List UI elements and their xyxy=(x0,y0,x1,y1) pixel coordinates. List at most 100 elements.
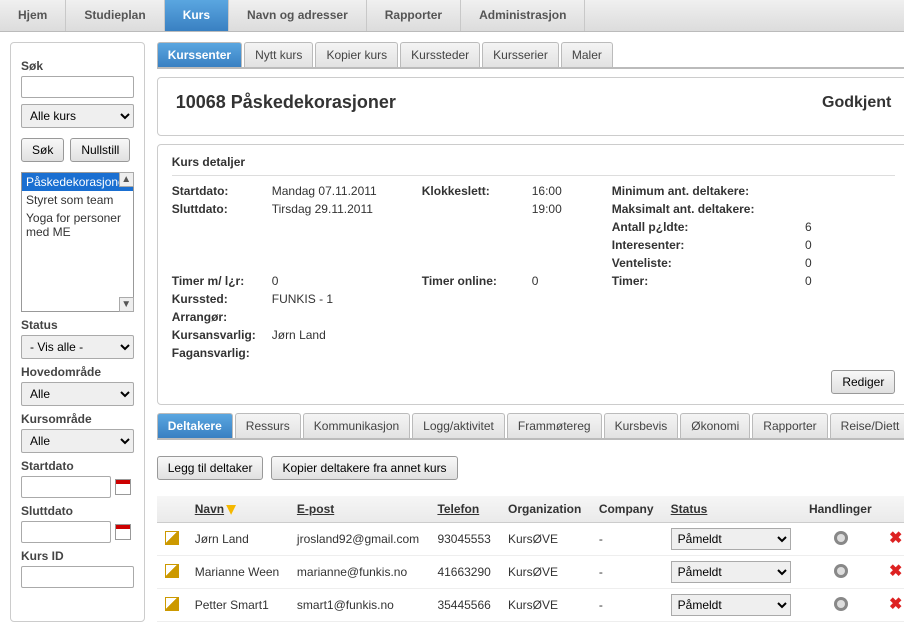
tab-kurssenter[interactable]: Kurssenter xyxy=(157,42,242,67)
main-area-label: Hovedområde xyxy=(21,365,134,379)
list-item[interactable]: Påskedekorasjoner xyxy=(22,173,133,191)
course-id-input[interactable] xyxy=(21,566,134,588)
start-date-label: Startdato xyxy=(21,459,134,473)
clock-end-value: 19:00 xyxy=(532,202,612,216)
row-status-select[interactable]: Påmeldt xyxy=(671,561,791,583)
reset-button[interactable]: Nullstill xyxy=(70,138,130,162)
subject-responsible-label: Fagansvarlig: xyxy=(172,346,272,360)
search-scope-select[interactable]: Alle kurs xyxy=(21,104,134,128)
tab-okonomi[interactable]: Økonomi xyxy=(680,413,750,438)
cell-name: Jørn Land xyxy=(187,523,289,556)
nav-studieplan[interactable]: Studieplan xyxy=(66,0,164,31)
edit-row-icon[interactable] xyxy=(165,531,179,545)
nav-home[interactable]: Hjem xyxy=(0,0,66,31)
row-status-select[interactable]: Påmeldt xyxy=(671,594,791,616)
calendar-icon[interactable] xyxy=(115,479,131,495)
row-status-select[interactable]: Påmeldt xyxy=(671,528,791,550)
edit-button[interactable]: Rediger xyxy=(831,370,895,394)
list-item[interactable]: Yoga for personer med ME xyxy=(22,209,133,241)
responsible-label: Kursansvarlig: xyxy=(172,328,272,342)
delete-icon[interactable]: ✖ xyxy=(889,565,902,579)
end-date-label: Sluttdato: xyxy=(172,202,272,216)
edit-row-icon[interactable] xyxy=(165,597,179,611)
top-nav: Hjem Studieplan Kurs Navn og adresser Ra… xyxy=(0,0,904,32)
col-email[interactable]: E-post xyxy=(289,496,430,523)
content-area: Kurssenter Nytt kurs Kopier kurs Kursste… xyxy=(157,42,904,622)
tab-nytt-kurs[interactable]: Nytt kurs xyxy=(244,42,313,67)
course-subtabs: Kurssenter Nytt kurs Kopier kurs Kursste… xyxy=(157,42,904,69)
status-select[interactable]: - Vis alle - xyxy=(21,335,134,359)
tab-reise[interactable]: Reise/Diett xyxy=(830,413,904,438)
col-status[interactable]: Status xyxy=(663,496,801,523)
tab-kursserier[interactable]: Kursserier xyxy=(482,42,559,67)
search-label: Søk xyxy=(21,59,134,73)
min-participants-value xyxy=(782,184,812,198)
hours-online-value: 0 xyxy=(532,274,612,288)
nav-reports[interactable]: Rapporter xyxy=(367,0,461,31)
course-area-select[interactable]: Alle xyxy=(21,429,134,453)
calendar-icon[interactable] xyxy=(115,524,131,540)
col-org[interactable]: Organization xyxy=(500,496,591,523)
tab-kursbevis[interactable]: Kursbevis xyxy=(604,413,679,438)
interested-value: 0 xyxy=(782,238,812,252)
tab-maler[interactable]: Maler xyxy=(561,42,613,67)
tab-ressurs[interactable]: Ressurs xyxy=(235,413,301,438)
participant-subtabs: Deltakere Ressurs Kommunikasjon Logg/akt… xyxy=(157,413,904,440)
nav-names[interactable]: Navn og adresser xyxy=(229,0,367,31)
organizer-value xyxy=(272,310,422,324)
course-listbox[interactable]: Påskedekorasjoner Styret som team Yoga f… xyxy=(21,172,134,312)
organizer-label: Arrangør: xyxy=(172,310,272,324)
cell-phone: 93045553 xyxy=(429,523,500,556)
tab-deltakere[interactable]: Deltakere xyxy=(157,413,233,438)
copy-participants-button[interactable]: Kopier deltakere fra annet kurs xyxy=(271,456,457,480)
start-date-label: Startdato: xyxy=(172,184,272,198)
nav-admin[interactable]: Administrasjon xyxy=(461,0,585,31)
start-date-input[interactable] xyxy=(21,476,111,498)
scroll-down-icon[interactable]: ▼ xyxy=(119,297,134,312)
list-item[interactable]: Styret som team xyxy=(22,191,133,209)
cell-email: smart1@funkis.no xyxy=(289,589,430,622)
main-area-select[interactable]: Alle xyxy=(21,382,134,406)
scroll-up-icon[interactable]: ▲ xyxy=(119,172,134,187)
tab-frammote[interactable]: Frammøtereg xyxy=(507,413,602,438)
cell-phone: 41663290 xyxy=(429,556,500,589)
col-company[interactable]: Company xyxy=(591,496,663,523)
col-phone[interactable]: Telefon xyxy=(429,496,500,523)
max-participants-value xyxy=(782,202,812,216)
min-participants-label: Minimum ant. deltakere: xyxy=(612,184,782,198)
gear-icon[interactable] xyxy=(834,597,848,611)
interested-label: Interesenter: xyxy=(612,238,782,252)
waitlist-value: 0 xyxy=(782,256,812,270)
location-label: Kurssted: xyxy=(172,292,272,306)
hours-online-label: Timer online: xyxy=(422,274,532,288)
hours-label: Timer: xyxy=(612,274,782,288)
course-area-label: Kursområde xyxy=(21,412,134,426)
cell-company: - xyxy=(591,589,663,622)
tab-kopier-kurs[interactable]: Kopier kurs xyxy=(315,42,398,67)
edit-row-icon[interactable] xyxy=(165,564,179,578)
tab-kurssteder[interactable]: Kurssteder xyxy=(400,42,480,67)
gear-icon[interactable] xyxy=(834,564,848,578)
end-date-label: Sluttdato xyxy=(21,504,134,518)
nav-kurs[interactable]: Kurs xyxy=(165,0,229,31)
enrolled-value: 6 xyxy=(782,220,812,234)
clock-label: Klokkeslett: xyxy=(422,184,532,198)
table-row: Jørn Land jrosland92@gmail.com 93045553 … xyxy=(157,523,904,556)
search-sidebar: Søk Alle kurs Søk Nullstill Påskedekoras… xyxy=(10,42,145,622)
delete-icon[interactable]: ✖ xyxy=(889,598,902,612)
tab-rapporter[interactable]: Rapporter xyxy=(752,413,827,438)
course-id-label: Kurs ID xyxy=(21,549,134,563)
hours-teacher-value: 0 xyxy=(272,274,422,288)
delete-icon[interactable]: ✖ xyxy=(889,532,902,546)
course-status: Godkjent xyxy=(822,94,891,112)
gear-icon[interactable] xyxy=(834,531,848,545)
col-name[interactable]: Navn xyxy=(187,496,289,523)
tab-logg[interactable]: Logg/aktivitet xyxy=(412,413,505,438)
search-button[interactable]: Søk xyxy=(21,138,64,162)
hours-value: 0 xyxy=(782,274,812,288)
search-input[interactable] xyxy=(21,76,134,98)
responsible-value: Jørn Land xyxy=(272,328,422,342)
end-date-input[interactable] xyxy=(21,521,111,543)
add-participant-button[interactable]: Legg til deltaker xyxy=(157,456,264,480)
tab-kommunikasjon[interactable]: Kommunikasjon xyxy=(303,413,410,438)
